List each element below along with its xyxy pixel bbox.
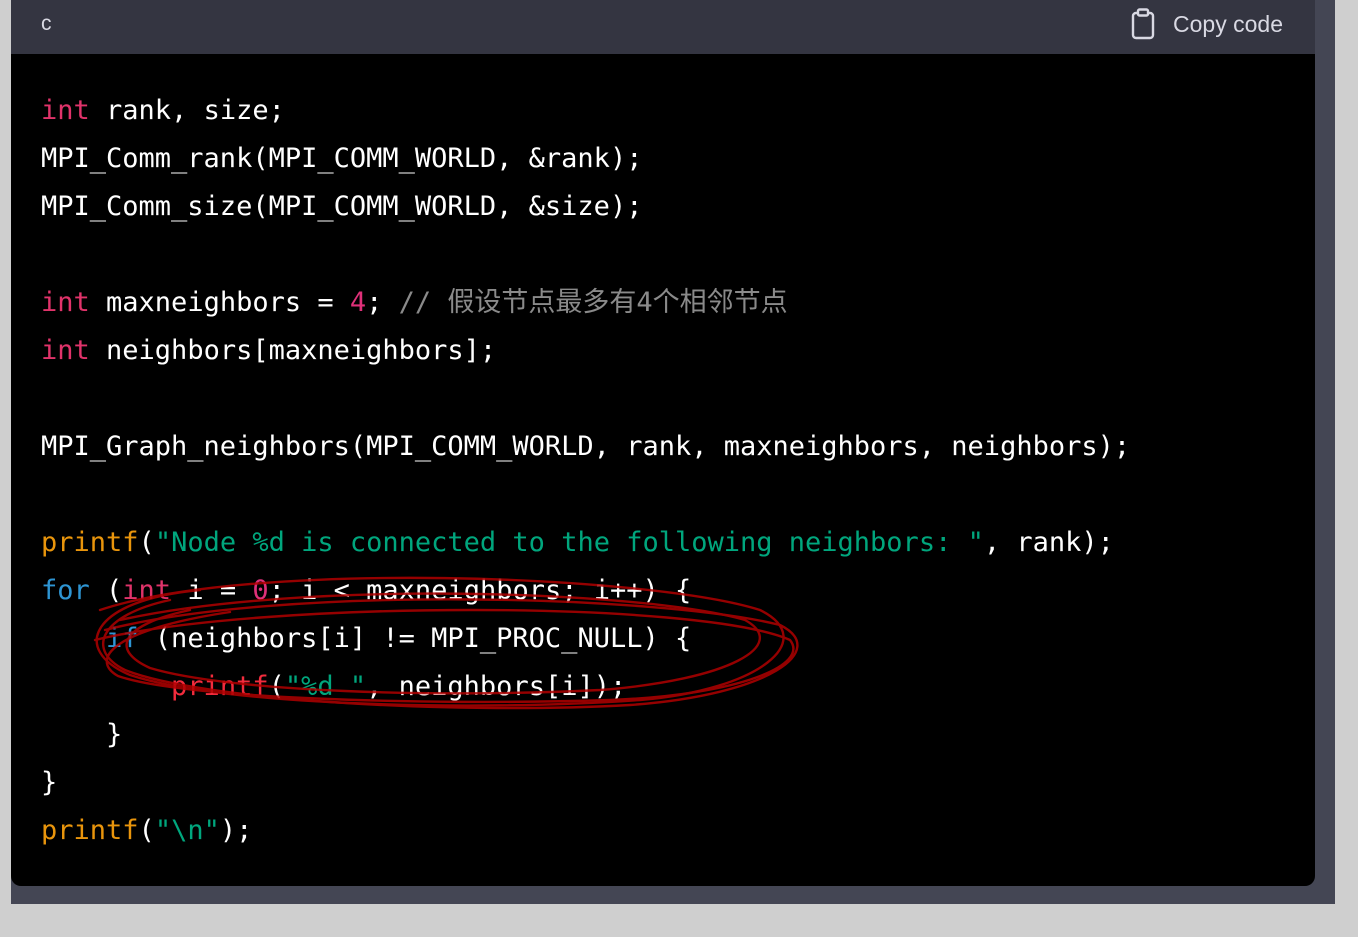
code-token: 4 [349, 287, 367, 318]
code-token: printf [171, 671, 269, 702]
code-token: int [41, 335, 90, 366]
code-token: MPI_Graph_neighbors(MPI_COMM_WORLD, rank… [41, 431, 1131, 462]
code-language-label: c [41, 12, 52, 35]
code-token: ( [138, 527, 155, 558]
code-token: ; i < maxneighbors; i++) { [268, 575, 692, 606]
code-token: neighbors[maxneighbors]; [89, 335, 497, 366]
code-token: ( [138, 815, 155, 846]
code-line: MPI_Comm_size(MPI_COMM_WORLD, &size); [41, 183, 1130, 231]
code-token: } [41, 719, 123, 750]
code-token: MPI_Comm_rank(MPI_COMM_WORLD, &rank); [41, 143, 643, 174]
code-content: int rank, size; MPI_Comm_rank(MPI_COMM_WO… [41, 87, 1130, 855]
code-line: printf("%d ", neighbors[i]); [41, 663, 1130, 711]
code-line: } [41, 711, 1130, 759]
copy-code-button[interactable]: Copy code [1131, 7, 1283, 41]
code-line: int rank, size; [41, 87, 1130, 135]
code-token: i = [171, 575, 253, 606]
code-token: , neighbors[i]); [366, 671, 627, 702]
code-token: for [41, 575, 90, 606]
code-line: for (int i = 0; i < maxneighbors; i++) { [41, 567, 1130, 615]
code-token: "\n" [154, 815, 220, 846]
code-line: } [41, 759, 1130, 807]
code-token: MPI_Comm_size(MPI_COMM_WORLD, &size); [41, 191, 643, 222]
code-line: int maxneighbors = 4; // 假设节点最多有4个相邻节点 [41, 279, 1130, 327]
code-token: (neighbors[i] != MPI_PROC_NULL) { [138, 623, 692, 654]
code-token: int [41, 95, 90, 126]
code-token: rank, size; [89, 95, 285, 126]
code-token: int [41, 287, 90, 318]
code-token: } [41, 767, 58, 798]
code-token: int [122, 575, 172, 606]
clipboard-icon [1131, 8, 1155, 40]
code-token: ( [89, 575, 123, 606]
code-line: MPI_Comm_rank(MPI_COMM_WORLD, &rank); [41, 135, 1130, 183]
code-token: if [106, 623, 139, 654]
code-token: 0 [252, 575, 269, 606]
code-token: maxneighbors = [89, 287, 350, 318]
code-block-header: c Copy code [11, 0, 1315, 54]
code-token: ; [366, 287, 399, 318]
copy-code-label: Copy code [1173, 10, 1283, 37]
code-token: ( [268, 671, 285, 702]
code-token: printf [41, 815, 139, 846]
code-token: "%d " [284, 671, 367, 702]
code-block: c Copy code int rank, size; MPI_Comm_rank… [11, 0, 1315, 886]
code-line: int neighbors[maxneighbors]; [41, 327, 1130, 375]
code-line: printf("\n"); [41, 807, 1130, 855]
code-token: // 假设节点最多有4个相邻节点 [398, 287, 788, 318]
code-line: printf("Node %d is connected to the foll… [41, 519, 1130, 567]
code-token: "Node %d is connected to the following n… [154, 527, 984, 558]
code-token: printf [41, 527, 139, 558]
code-line: if (neighbors[i] != MPI_PROC_NULL) { [41, 615, 1130, 663]
code-token: , rank); [983, 527, 1114, 558]
code-line: MPI_Graph_neighbors(MPI_COMM_WORLD, rank… [41, 423, 1130, 471]
code-token: ); [219, 815, 253, 846]
